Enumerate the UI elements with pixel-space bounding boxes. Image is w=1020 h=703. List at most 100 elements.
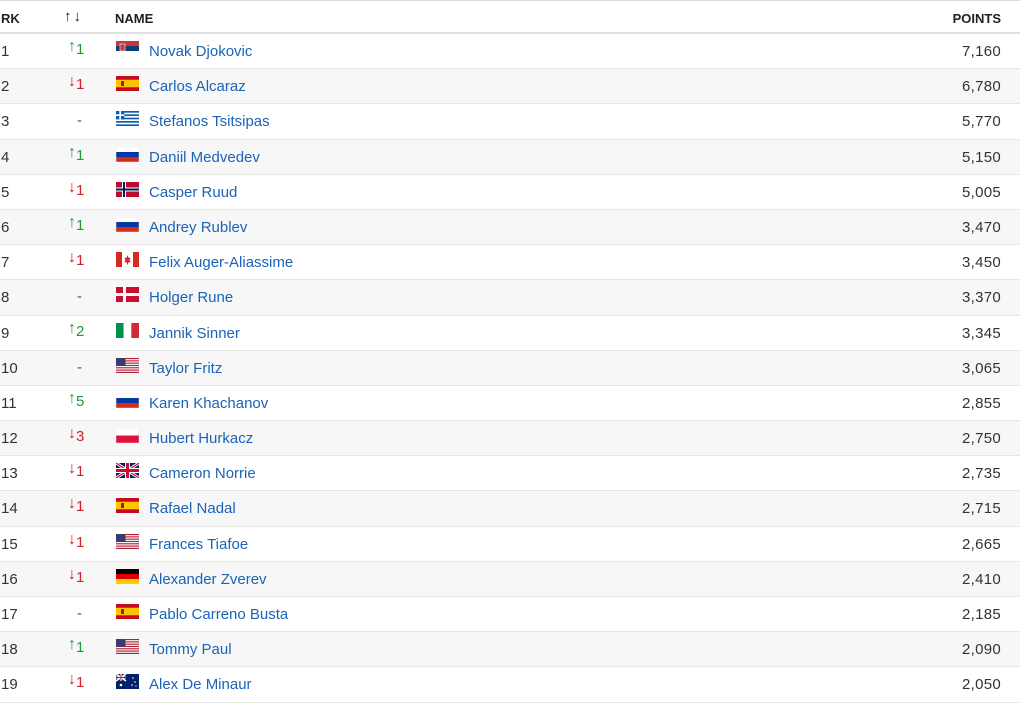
rank-change-value: 5	[76, 392, 85, 410]
rank-change: -	[77, 112, 117, 129]
rank-change: ↓1	[68, 249, 108, 270]
rank-change: ↓1	[68, 460, 108, 481]
player-name-link[interactable]: Alex De Minaur	[149, 676, 252, 693]
player-name-link[interactable]: Holger Rune	[149, 289, 233, 306]
rank-change: ↓1	[68, 178, 108, 200]
rank-change: ↑1	[68, 636, 108, 657]
player-name-link[interactable]: Alexander Zverev	[149, 571, 267, 588]
rank-change-value: 1	[76, 252, 85, 270]
rank-cell: 3	[1, 113, 10, 131]
player-name-link[interactable]: Casper Ruud	[149, 184, 237, 201]
rank-change: -	[77, 359, 117, 376]
australia-flag-icon	[116, 674, 139, 690]
rank-change-value: 1	[76, 76, 85, 94]
rank-cell: 19	[1, 676, 18, 694]
table-body: 1 ↑1 Novak Djokovic 7,160 2 ↓1 Carlos Alcaraz 6…	[0, 34, 1020, 703]
rank-change-value: 1	[76, 146, 85, 164]
rank-change-value: 1	[76, 674, 85, 692]
points-cell: 5,005	[961, 183, 1001, 201]
points-cell: 6,780	[961, 78, 1001, 96]
player-name-link[interactable]: Taylor Fritz	[149, 360, 222, 377]
points-cell: 2,750	[961, 430, 1001, 448]
points-cell: 5,150	[961, 148, 1001, 166]
rank-change-value: 1	[76, 216, 85, 234]
spain-flag-icon	[116, 76, 139, 92]
player-name-link[interactable]: Hubert Hurkacz	[149, 430, 253, 447]
player-name-link[interactable]: Carlos Alcaraz	[149, 78, 246, 95]
points-cell: 2,735	[961, 465, 1001, 483]
points-cell: 7,160	[961, 43, 1001, 60]
arrow-down-icon: ↓	[68, 178, 76, 196]
player-name-link[interactable]: Frances Tiafoe	[149, 536, 248, 553]
rank-change-value: -	[77, 112, 82, 130]
table-row: 8 - Holger Rune 3,370	[0, 280, 1020, 316]
table-row: 19 ↓1 Alex De Minaur 2,050	[0, 667, 1020, 703]
table-row: 2 ↓1 Carlos Alcaraz 6,780	[0, 69, 1020, 105]
player-name-link[interactable]: Rafael Nadal	[149, 500, 236, 517]
germany-flag-icon	[116, 568, 139, 584]
player-name-link[interactable]: Novak Djokovic	[149, 43, 252, 60]
points-cell: 2,050	[961, 676, 1001, 694]
player-name-link[interactable]: Felix Auger-Aliassime	[149, 254, 293, 271]
arrow-down-icon: ↓	[68, 73, 76, 91]
points-cell: 3,470	[961, 218, 1001, 236]
rank-change-value: -	[77, 605, 82, 622]
usa-flag-icon	[116, 639, 139, 655]
table-row: 12 ↓3 Hubert Hurkacz 2,750	[0, 421, 1020, 457]
rank-change-value: 2	[76, 322, 85, 340]
table-row: 14 ↓1 Rafael Nadal 2,715	[0, 491, 1020, 527]
table-row: 10 - Taylor Fritz 3,065	[0, 350, 1020, 386]
movement-sort-icon[interactable]: ↑↓	[64, 8, 83, 25]
player-name-link[interactable]: Cameron Norrie	[149, 465, 256, 482]
player-name-link[interactable]: Daniil Medvedev	[149, 149, 260, 166]
poland-flag-icon	[116, 428, 139, 444]
rank-change: ↓3	[68, 425, 108, 446]
denmark-flag-icon	[116, 287, 139, 303]
points-column-header[interactable]: POINTS	[953, 11, 1001, 26]
table-row: 5 ↓1 Casper Ruud 5,005	[0, 175, 1020, 210]
player-name-link[interactable]: Stefanos Tsitsipas	[149, 113, 270, 130]
rank-change-value: 1	[76, 181, 85, 199]
player-name-link[interactable]: Tommy Paul	[149, 641, 232, 658]
name-column-header[interactable]: NAME	[115, 11, 153, 26]
rank-change: ↑5	[68, 390, 108, 411]
points-cell: 5,770	[961, 113, 1001, 131]
arrow-down-icon: ↓	[68, 530, 76, 548]
rank-change: ↓1	[68, 530, 108, 552]
spain-flag-icon	[116, 498, 139, 514]
rank-change: ↓1	[68, 566, 108, 587]
table-row: 11 ↑5 Karen Khachanov 2,855	[0, 386, 1020, 422]
points-cell: 2,855	[961, 394, 1001, 412]
rank-change-value: -	[77, 358, 82, 376]
rank-change: ↓1	[68, 495, 108, 516]
rank-cell: 6	[1, 218, 10, 236]
points-cell: 3,065	[961, 359, 1001, 377]
rank-cell: 7	[1, 254, 10, 272]
player-name-link[interactable]: Pablo Carreno Busta	[149, 606, 288, 623]
arrow-down-icon: ↓	[68, 425, 76, 443]
serbia-flag-icon	[116, 41, 139, 56]
rank-column-header[interactable]: RK	[1, 11, 20, 26]
arrow-up-icon: ↑	[68, 213, 76, 231]
table-row: 7 ↓1 Felix Auger-Aliassime 3,450	[0, 245, 1020, 281]
player-name-link[interactable]: Andrey Rublev	[149, 219, 247, 236]
uk-flag-icon	[116, 463, 139, 479]
greece-flag-icon	[116, 111, 139, 127]
player-name-link[interactable]: Jannik Sinner	[149, 325, 240, 342]
usa-flag-icon	[116, 357, 139, 373]
rank-cell: 18	[1, 641, 18, 659]
table-row: 16 ↓1 Alexander Zverev 2,410	[0, 561, 1020, 597]
points-cell: 3,370	[961, 289, 1001, 307]
canada-flag-icon	[116, 252, 139, 268]
rank-change-value: 1	[76, 639, 85, 657]
arrow-up-icon: ↑	[68, 636, 76, 654]
rank-change: ↑2	[68, 320, 108, 341]
points-cell: 3,450	[961, 254, 1001, 272]
arrow-down-icon: ↓	[68, 249, 76, 267]
rank-cell: 11	[1, 394, 17, 412]
rank-change-value: -	[77, 288, 82, 306]
arrow-up-icon: ↑	[68, 143, 76, 161]
rank-change: -	[77, 605, 117, 622]
player-name-link[interactable]: Karen Khachanov	[149, 395, 268, 412]
table-row: 18 ↑1 Tommy Paul 2,090	[0, 632, 1020, 668]
